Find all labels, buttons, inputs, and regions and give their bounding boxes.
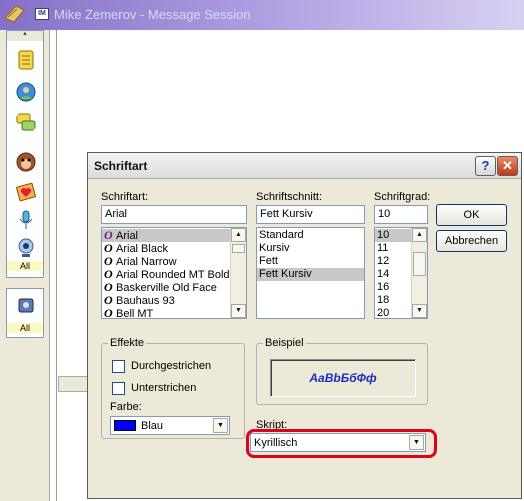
scroll-up-icon[interactable]: ▲	[412, 228, 427, 242]
sidebar-panel-bottom: All	[6, 288, 44, 338]
list-item-label: Standard	[259, 229, 304, 241]
microphone-icon[interactable]	[15, 209, 37, 231]
list-item-label: 10	[377, 229, 390, 241]
webcam-icon[interactable]	[15, 237, 37, 259]
scroll-thumb[interactable]	[232, 244, 245, 253]
font-list-scrollbar[interactable]: ▲ ▼	[230, 228, 246, 318]
scroll-down-icon[interactable]: ▼	[412, 304, 427, 318]
list-item-label: Arial	[116, 230, 139, 242]
size-listbox[interactable]: 10 11 12 14 16 18 20 ▲ ▼	[374, 227, 428, 319]
font-input[interactable]: Arial	[101, 205, 247, 224]
underline-checkbox[interactable]	[112, 382, 125, 395]
style-listbox[interactable]: Standard Kursiv Fett Fett Kursiv	[256, 227, 365, 319]
list-item-label: Fett Kursiv	[259, 268, 312, 280]
script-highlight-annotation	[246, 429, 437, 458]
ok-button[interactable]: OK	[436, 204, 507, 226]
list-item[interactable]: O Arial Narrow	[102, 255, 246, 269]
style-label: Schriftschnitt:	[256, 191, 323, 203]
list-item-label: Arial Black	[116, 243, 168, 255]
font-listbox[interactable]: O Arial O Arial Black O Arial Narrow O Arial Ro…	[101, 227, 247, 319]
truetype-font-icon: O	[104, 306, 113, 319]
list-item[interactable]: O Bauhaus 93	[102, 294, 246, 308]
color-value: Blau	[141, 420, 164, 432]
list-item-label: 18	[377, 294, 390, 306]
sidebar-all-label-2: All	[7, 323, 43, 333]
list-item[interactable]: Fett Kursiv	[257, 268, 364, 281]
size-input[interactable]: 10	[374, 205, 428, 224]
dialog-title: Schriftart	[94, 159, 148, 173]
close-button[interactable]: ✕	[497, 156, 518, 176]
chevron-down-icon[interactable]: ▼	[213, 418, 228, 433]
size-list-scrollbar[interactable]: ▲ ▼	[411, 228, 427, 318]
scroll-thumb[interactable]	[413, 252, 426, 276]
color-swatch	[114, 420, 136, 431]
list-item-label: Baskerville Old Face	[116, 282, 217, 294]
list-item-label: Bell MT	[116, 308, 154, 319]
games-icon[interactable]	[15, 293, 37, 315]
scroll-up-icon[interactable]: ▲	[231, 228, 246, 242]
sample-group: Beispiel AaBbБбФф	[256, 337, 428, 405]
sample-group-label: Beispiel	[263, 337, 306, 349]
sidebar-panel-top: ▲ All	[6, 30, 44, 278]
heart-card-icon[interactable]	[15, 181, 37, 203]
color-dropdown[interactable]: Blau ▼	[110, 416, 230, 435]
list-item-label: 20	[377, 307, 390, 319]
list-item-label: Bauhaus 93	[116, 295, 175, 307]
chat-bubbles-icon[interactable]	[15, 111, 37, 133]
list-item-label: Kursiv	[259, 242, 290, 254]
list-item-label: 14	[377, 268, 390, 280]
list-item[interactable]: O Arial Black	[102, 242, 246, 256]
style-input[interactable]: Fett Kursiv	[256, 205, 365, 224]
sidebar-scroll-up-icon[interactable]: ▲	[7, 31, 43, 41]
strikeout-label: Durchgestrichen	[131, 360, 212, 372]
list-item[interactable]: Fett	[257, 255, 364, 268]
sidebar-all-label: All	[7, 261, 43, 271]
messenger-titlebar: IM Mike Zemerov - Message Session	[0, 0, 524, 30]
cancel-button[interactable]: Abbrechen	[436, 230, 507, 252]
dialog-titlebar: Schriftart ? ✕	[88, 153, 521, 179]
strikeout-checkbox[interactable]	[112, 360, 125, 373]
message-area-scrollbar[interactable]	[58, 376, 88, 392]
list-item[interactable]: O Arial Rounded MT Bold	[102, 268, 246, 282]
list-item-label: Arial Narrow	[116, 256, 177, 268]
list-item-label: 12	[377, 255, 390, 267]
scroll-down-icon[interactable]: ▼	[231, 304, 246, 318]
globe-user-icon[interactable]	[15, 81, 37, 103]
messenger-window-title: Mike Zemerov - Message Session	[54, 7, 251, 22]
messenger-logo-icon[interactable]	[2, 2, 28, 26]
help-button[interactable]: ?	[475, 156, 496, 176]
font-label: Schriftart:	[101, 191, 149, 203]
list-item[interactable]: O Baskerville Old Face	[102, 281, 246, 295]
color-label: Farbe:	[110, 401, 142, 413]
list-item-label: Arial Rounded MT Bold	[116, 269, 230, 281]
underline-label: Unterstrichen	[131, 382, 197, 394]
messenger-sidebar: ▲ All All	[0, 30, 50, 501]
effects-group-label: Effekte	[108, 337, 147, 349]
size-label: Schriftgrad:	[374, 191, 431, 203]
list-item[interactable]: O Bell MT	[102, 307, 246, 319]
notepad-icon[interactable]	[15, 49, 37, 71]
sample-preview: AaBbБбФф	[270, 359, 416, 397]
list-item-label: 16	[377, 281, 390, 293]
list-item[interactable]: O Arial	[102, 229, 246, 242]
list-item[interactable]: Kursiv	[257, 242, 364, 255]
monkey-face-icon[interactable]	[15, 151, 37, 173]
list-item-label: Fett	[259, 255, 278, 267]
im-window-icon: IM	[35, 8, 49, 20]
list-item[interactable]: Standard	[257, 229, 364, 242]
list-item-label: 11	[377, 242, 389, 254]
effects-group: Effekte Durchgestrichen Unterstrichen Fa…	[101, 337, 245, 439]
